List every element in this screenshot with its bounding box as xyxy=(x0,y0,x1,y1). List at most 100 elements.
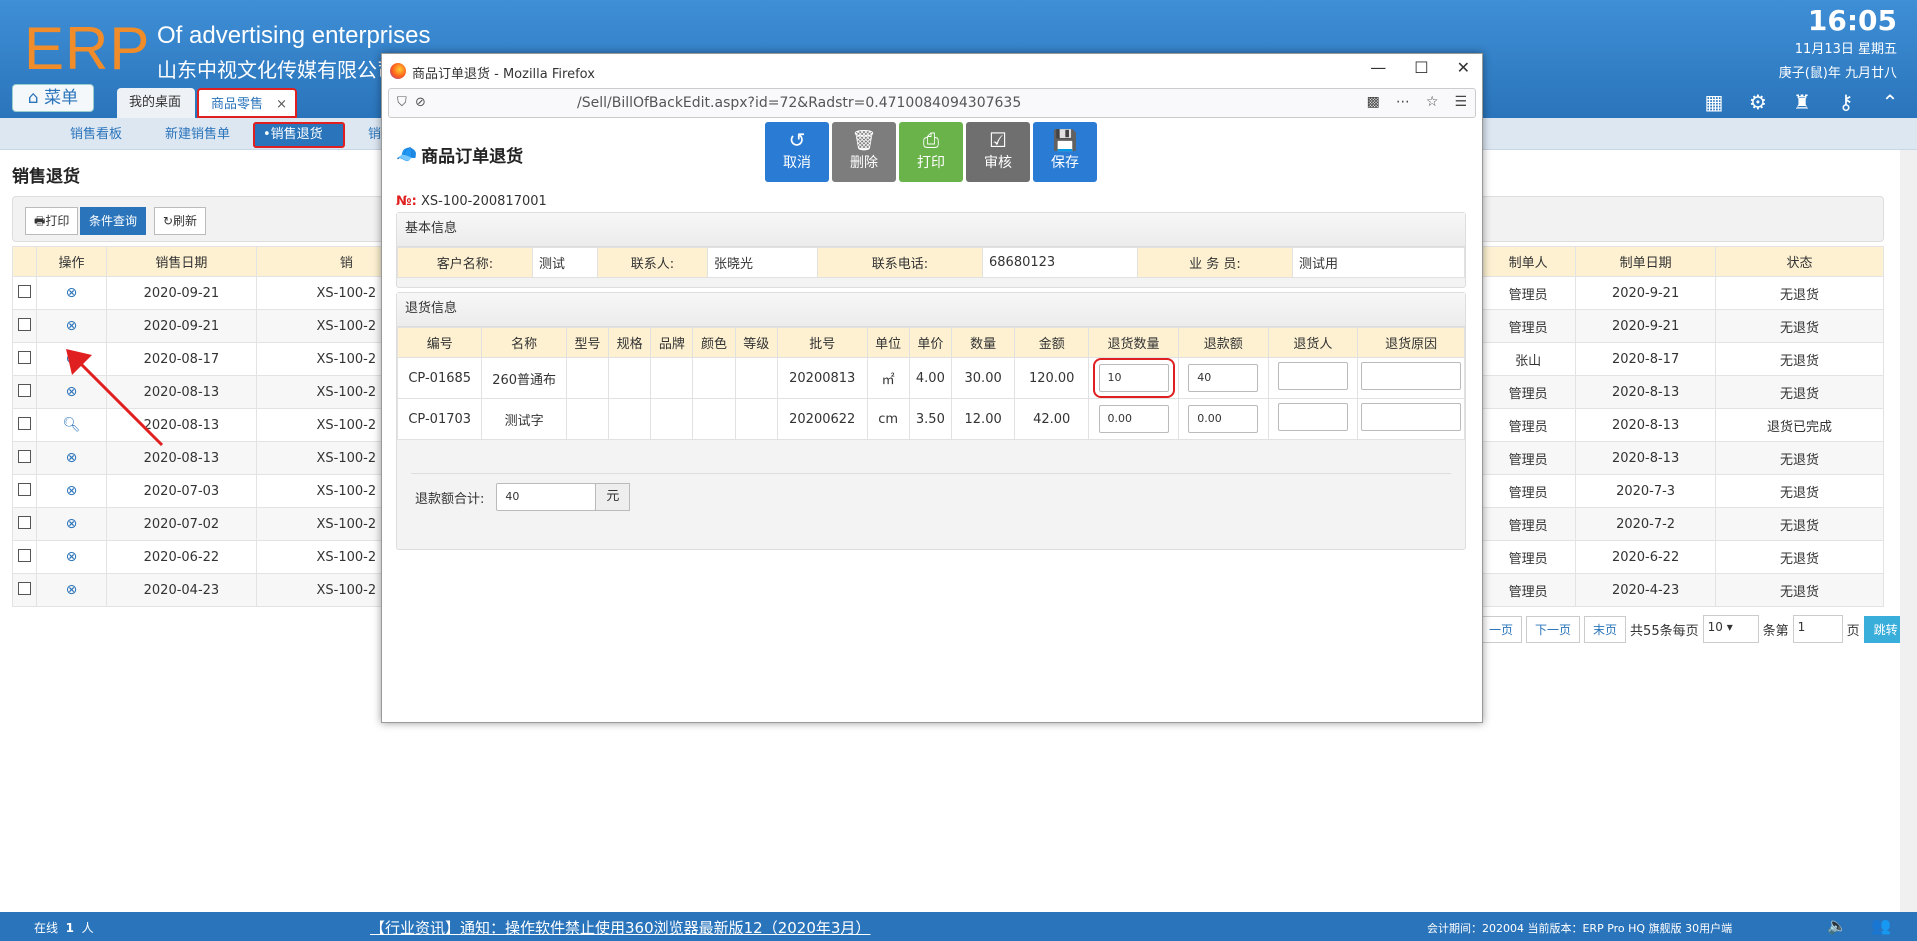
make-date: 2020-8-13 xyxy=(1575,375,1717,409)
maker: 管理员 xyxy=(1480,309,1577,343)
menu-button[interactable]: ⌂ 菜单 xyxy=(12,84,94,112)
make-date: 2020-9-21 xyxy=(1575,276,1717,310)
col-maker: 制单人 xyxy=(1480,246,1577,277)
printer-icon: ⎙ xyxy=(923,128,939,152)
refund-total-input[interactable]: 40 xyxy=(496,483,597,511)
sale-date: 2020-09-21 xyxy=(105,309,257,343)
unit: ㎡ xyxy=(866,357,910,399)
next-page-button[interactable]: 下一页 xyxy=(1526,615,1581,643)
maker: 管理员 xyxy=(1480,474,1577,508)
more-icon[interactable]: ⋯ xyxy=(1396,94,1410,110)
refresh-button[interactable]: ↻刷新 xyxy=(154,207,207,235)
status: 无退货 xyxy=(1715,507,1884,541)
query-button[interactable]: 条件查询 xyxy=(80,207,147,235)
make-date: 2020-8-17 xyxy=(1575,342,1717,376)
subnav-sales-return[interactable]: •销售退货 xyxy=(253,122,345,148)
row-checkbox[interactable] xyxy=(17,548,31,562)
cancel-button[interactable]: ↺ 取消 xyxy=(765,122,829,182)
row-checkbox[interactable] xyxy=(17,416,31,430)
return-reason-input[interactable] xyxy=(1361,362,1462,390)
row-checkbox[interactable] xyxy=(17,350,31,364)
unit-price: 4.00 xyxy=(908,357,952,399)
news-link[interactable]: 【行业资讯】通知：操作软件禁止使用360浏览器最新版12（2020年3月） xyxy=(370,917,870,938)
refund-input[interactable]: 0.00 xyxy=(1188,405,1259,433)
tab-my-desktop[interactable]: 我的桌面 xyxy=(117,88,195,118)
home-icon: ⌂ xyxy=(27,88,39,108)
row-checkbox[interactable] xyxy=(17,449,31,463)
return-qty-input[interactable]: 0.00 xyxy=(1098,405,1169,433)
maker: 管理员 xyxy=(1480,441,1577,475)
maker: 张山 xyxy=(1480,342,1577,376)
cancel-circle-icon[interactable]: ⊗ xyxy=(66,285,78,301)
gear-icon[interactable]: ⚙ xyxy=(1747,90,1769,114)
return-items-table: 编号 名称 型号 规格 品牌 颜色 等级 批号 单位 单价 数量 金额 退货数量 退款额 退货人 退货原因 C… xyxy=(396,327,1465,440)
close-icon[interactable]: × xyxy=(276,90,287,120)
maximize-icon[interactable]: ☐ xyxy=(1414,58,1428,77)
chevron-down-icon: ▾ xyxy=(1726,620,1733,634)
vertical-scrollbar[interactable] xyxy=(1900,150,1917,912)
audit-button[interactable]: ☑ 审核 xyxy=(966,122,1030,182)
users-icon[interactable]: 👥 xyxy=(1871,916,1891,935)
row-checkbox[interactable] xyxy=(17,581,31,595)
prev-page-button[interactable]: 一页 xyxy=(1480,615,1523,643)
subnav-new-sale[interactable]: 新建销售单 xyxy=(157,124,238,146)
print-button-modal[interactable]: ⎙ 打印 xyxy=(899,122,963,182)
return-qty-input[interactable]: 10 xyxy=(1092,358,1175,398)
grid-add-icon[interactable]: ▦ xyxy=(1703,90,1725,114)
page-number-input[interactable]: 1 xyxy=(1792,615,1843,643)
chevron-up-icon[interactable]: ⌃ xyxy=(1879,90,1901,114)
shirt-icon[interactable]: ♜ xyxy=(1791,90,1813,114)
return-row: CP-01685 260普通布 20200813 ㎡ 4.00 30.00 120.00 10… xyxy=(396,357,1465,399)
close-icon[interactable]: ✕ xyxy=(1457,58,1470,77)
cancel-circle-icon[interactable]: ⊗ xyxy=(66,516,78,532)
row-checkbox[interactable] xyxy=(17,383,31,397)
star-icon[interactable]: ☆ xyxy=(1426,94,1439,110)
pager: 一页 下一页 末页 共55条每页 10 ▾ 条第 1 页 跳转 xyxy=(1480,615,1908,643)
col-sale-date: 销售日期 xyxy=(105,246,257,277)
cancel-circle-icon[interactable]: ⊗ xyxy=(66,582,78,598)
return-col-header: 金额 xyxy=(1014,327,1090,358)
cancel-circle-icon[interactable]: ⊗ xyxy=(66,483,78,499)
last-page-button[interactable]: 末页 xyxy=(1584,615,1627,643)
save-button[interactable]: 💾 保存 xyxy=(1033,122,1097,182)
col-make-date: 制单日期 xyxy=(1575,246,1717,277)
status: 无退货 xyxy=(1715,276,1884,310)
minimize-icon[interactable]: — xyxy=(1370,58,1386,77)
address-bar[interactable]: ⛉ ⊘ /Sell/BillOfBackEdit.aspx?id=72&Rads… xyxy=(388,88,1476,118)
return-col-header: 颜色 xyxy=(692,327,736,358)
online-users: 在线 1 人 xyxy=(34,921,94,935)
print-button[interactable]: 🖶打印 xyxy=(25,207,79,235)
modal-heading: 🧢 商品订单退货 xyxy=(396,144,524,168)
status: 无退货 xyxy=(1715,573,1884,607)
row-checkbox[interactable] xyxy=(17,317,31,331)
refund-input[interactable]: 40 xyxy=(1188,364,1259,392)
url-text[interactable]: /Sell/BillOfBackEdit.aspx?id=72&Radstr=0… xyxy=(577,95,1021,111)
cancel-circle-icon[interactable]: ⊗ xyxy=(66,318,78,334)
qr-icon[interactable]: ▩ xyxy=(1367,94,1380,110)
speaker-icon[interactable]: 🔈 xyxy=(1827,916,1847,935)
item-code: CP-01703 xyxy=(396,398,483,440)
row-checkbox[interactable] xyxy=(17,515,31,529)
return-col-header: 编号 xyxy=(396,327,483,358)
per-page-select[interactable]: 10 ▾ xyxy=(1702,615,1759,643)
status: 无退货 xyxy=(1715,375,1884,409)
return-col-header: 退货数量 xyxy=(1088,327,1179,358)
delete-button[interactable]: 🗑 删除 xyxy=(832,122,896,182)
status-bar: 在线 1 人 【行业资讯】通知：操作软件禁止使用360浏览器最新版12（2020… xyxy=(0,912,1917,941)
hamburger-icon[interactable]: ☰ xyxy=(1454,94,1467,110)
maker: 管理员 xyxy=(1480,375,1577,409)
cancel-circle-icon[interactable]: ⊗ xyxy=(66,549,78,565)
return-reason-input[interactable] xyxy=(1361,403,1462,431)
row-checkbox[interactable] xyxy=(17,284,31,298)
subnav-sales-board[interactable]: 销售看板 xyxy=(62,124,130,146)
unit: cm xyxy=(866,398,910,440)
key-icon[interactable]: ⚷ xyxy=(1835,90,1857,114)
sale-date: 2020-06-22 xyxy=(105,540,257,574)
shield-icon: ⛉ xyxy=(397,95,407,110)
return-person-input[interactable] xyxy=(1277,403,1348,431)
return-person-input[interactable] xyxy=(1277,362,1348,390)
contact-name: 张晓光 xyxy=(707,247,818,278)
tab-retail[interactable]: 商品零售 × xyxy=(197,88,297,118)
row-checkbox[interactable] xyxy=(17,482,31,496)
make-date: 2020-8-13 xyxy=(1575,408,1717,442)
